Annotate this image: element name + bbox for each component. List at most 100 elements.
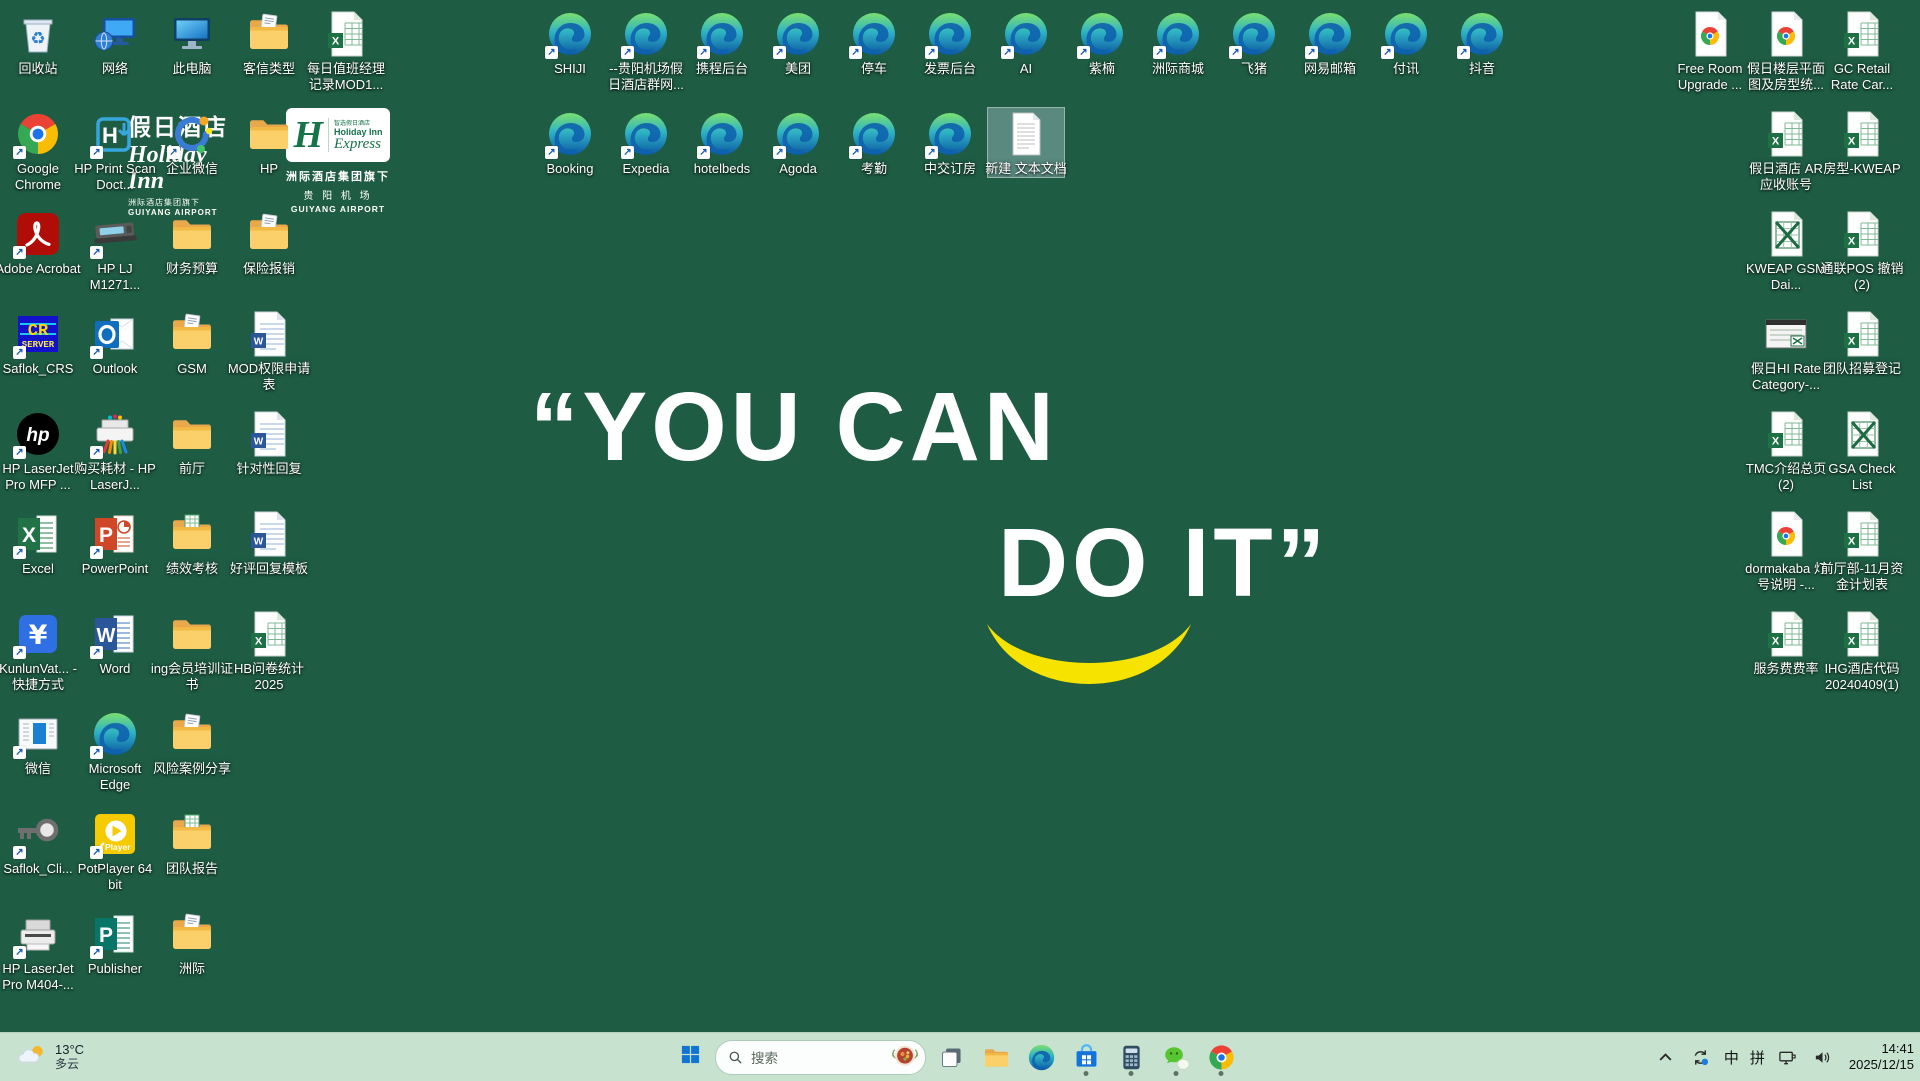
desktop-icon-service-fee-rate[interactable]: X服务费费率: [1748, 608, 1824, 677]
desktop-icon-zhongjiao-booking[interactable]: ↗中交订房: [912, 108, 988, 177]
desktop-icon-folder-team-report[interactable]: 团队报告: [154, 808, 230, 877]
desktop-icon-meituan[interactable]: ↗美团: [760, 8, 836, 77]
taskbar-app-wechat[interactable]: [1156, 1037, 1196, 1077]
desktop-icon-zinan[interactable]: ↗紫楠: [1064, 8, 1140, 77]
desktop-icon-invoice-backend[interactable]: ↗发票后台: [912, 8, 988, 77]
desktop-icon-folder-gsm[interactable]: GSM: [154, 308, 230, 377]
desktop-icon-folder-risk-cases[interactable]: 风险案例分享: [154, 708, 230, 777]
taskbar-app-microsoft-store[interactable]: [1066, 1037, 1106, 1077]
desktop-icon-folder-intercontinental[interactable]: 洲际: [154, 908, 230, 977]
desktop-icon-kunlunvat[interactable]: ¥↗KunlunVat... - 快捷方式: [0, 608, 76, 693]
desktop-icon-floor-plan-room-types[interactable]: 假日楼层平面图及房型统...: [1748, 8, 1824, 93]
taskbar-app-chrome[interactable]: [1201, 1037, 1241, 1077]
desktop-icon-dormakaba-light-codes[interactable]: dormakaba 灯号说明 -...: [1748, 508, 1824, 593]
desktop-icon-saflok-client[interactable]: ↗Saflok_Cli...: [0, 808, 76, 877]
desktop-icon-word[interactable]: W↗Word: [77, 608, 153, 677]
network-icon[interactable]: [1776, 1045, 1800, 1069]
desktop-icon-hp-laserjet-m404[interactable]: ↗HP LaserJet Pro M404-...: [0, 908, 76, 993]
shortcut-arrow-icon: ↗: [1153, 46, 1166, 59]
desktop-icon-front-office-fund-plan[interactable]: X前厅部-11月资金计划表: [1824, 508, 1900, 593]
desktop-icon-adobe-acrobat[interactable]: ↗Adobe Acrobat: [0, 208, 76, 277]
desktop-icon-powerpoint[interactable]: P↗PowerPoint: [77, 508, 153, 577]
desktop-icon-tmc-intro[interactable]: XTMC介绍总页(2): [1748, 408, 1824, 493]
taskbar-app-file-explorer[interactable]: [976, 1037, 1016, 1077]
desktop-icon-wechat[interactable]: ↗微信: [0, 708, 76, 777]
shortcut-arrow-icon: ↗: [13, 246, 26, 259]
desktop-icon-hi-rate-category[interactable]: 假日HI Rate Category-...: [1748, 308, 1824, 393]
taskbar-app-edge[interactable]: [1021, 1037, 1061, 1077]
desktop-icon-free-room-upgrade[interactable]: Free Room Upgrade ...: [1672, 8, 1748, 93]
desktop-icon-agoda[interactable]: ↗Agoda: [760, 108, 836, 177]
desktop-icon-ctrip-backend[interactable]: ↗携程后台: [684, 8, 760, 77]
desktop-icon-ai[interactable]: ↗AI: [988, 8, 1064, 77]
desktop-icon-microsoft-edge[interactable]: ↗Microsoft Edge: [77, 708, 153, 793]
desktop-icon-attendance[interactable]: ↗考勤: [836, 108, 912, 177]
desktop-icon-folder-insurance-claims[interactable]: 保险报销: [231, 208, 307, 277]
desktop-icon-douyin[interactable]: ↗抖音: [1444, 8, 1520, 77]
desktop-icon-network[interactable]: 网络: [77, 8, 153, 77]
desktop[interactable]: 假日酒店 Holiday Inn 洲际酒店集团旗下 GUIYANG AIRPOR…: [0, 0, 1920, 1080]
desktop-icon-recycle-bin[interactable]: ♻回收站: [0, 8, 76, 77]
desktop-icon-excel[interactable]: X↗Excel: [0, 508, 76, 577]
sync-status-icon[interactable]: [1689, 1045, 1713, 1069]
svg-text:X: X: [22, 524, 36, 547]
desktop-icon-expedia[interactable]: ↗Expedia: [608, 108, 684, 177]
svg-text:SERVER: SERVER: [22, 340, 55, 350]
desktop-icon-new-text-document[interactable]: 新建 文本文档: [988, 108, 1064, 177]
desktop-icon-gc-retail-rate-card[interactable]: XGC Retail Rate Car...: [1824, 8, 1900, 93]
taskbar-clock[interactable]: 14:41 2025/12/15: [1849, 1041, 1914, 1073]
wordApp-icon: W↗: [91, 610, 139, 658]
desktop-icon-shiji[interactable]: ↗SHIJI: [532, 8, 608, 77]
desktop-icon-netease-mail[interactable]: ↗网易邮箱: [1292, 8, 1368, 77]
desktop-icon-ihg-hotel-codes[interactable]: XIHG酒店代码 20240409(1): [1824, 608, 1900, 693]
desktop-icon-xlsx-daily-mod-log[interactable]: X每日值班经理记录MOD1...: [308, 8, 384, 93]
desktop-icon-hp-laserjet-mfp[interactable]: hp↗HP LaserJet Pro MFP ...: [0, 408, 76, 493]
start-button[interactable]: [670, 1037, 710, 1077]
desktop-icon-hotelbeds[interactable]: ↗hotelbeds: [684, 108, 760, 177]
desktop-icon-buy-supplies-hp[interactable]: ↗购买耗材 - HP LaserJ...: [77, 408, 153, 493]
taskbar-app-task-view[interactable]: [931, 1037, 971, 1077]
desktop-icon-ar-receivable-account[interactable]: X假日酒店 AR 应收账号: [1748, 108, 1824, 193]
desktop-icon-kweap-gsm-daily[interactable]: KWEAP GSM Dai...: [1748, 208, 1824, 293]
desktop-icon-ihg-mall[interactable]: ↗洲际商城: [1140, 8, 1216, 77]
icon-label: 客信类型: [226, 61, 312, 77]
desktop-icon-docx-targeted-reply[interactable]: W针对性回复: [231, 408, 307, 477]
desktop-icon-folder-front-office[interactable]: 前厅: [154, 408, 230, 477]
desktop-icon-this-pc[interactable]: 此电脑: [154, 8, 230, 77]
desktop-icon-room-type-kweap[interactable]: X房型-KWEAP: [1824, 108, 1900, 177]
desktop-icon-folder-hp[interactable]: HP: [231, 108, 307, 177]
desktop-icon-parking[interactable]: ↗停车: [836, 8, 912, 77]
volume-icon[interactable]: [1811, 1045, 1835, 1069]
desktop-icon-folder-membership-training[interactable]: ing会员培训证书: [154, 608, 230, 693]
desktop-icon-hp-lj-m1271[interactable]: ↗HP LJ M1271...: [77, 208, 153, 293]
desktop-icon-pos-cancellation[interactable]: X通联POS 撤销(2): [1824, 208, 1900, 293]
desktop-icon-docx-mod-permission[interactable]: WMOD权限申请表: [231, 308, 307, 393]
weather-widget[interactable]: 13°C 多云: [8, 1036, 94, 1078]
desktop-icon-docx-review-reply-template[interactable]: W好评回复模板: [231, 508, 307, 577]
desktop-icon-hp-print-scan-doctor[interactable]: H↗HP Print Scan Doct...: [77, 108, 153, 193]
desktop-icon-google-chrome[interactable]: ↗Google Chrome: [0, 108, 76, 193]
desktop-icon-publisher[interactable]: P↗Publisher: [77, 908, 153, 977]
desktop-icon-booking[interactable]: ↗Booking: [532, 108, 608, 177]
desktop-icon-potplayer[interactable]: Player↗PotPlayer 64 bit: [77, 808, 153, 893]
taskbar-search-box[interactable]: 搜索: [715, 1040, 926, 1075]
desktop-icon-wecom[interactable]: ↗企业微信: [154, 108, 230, 177]
tray-chevron-up-icon[interactable]: [1654, 1045, 1678, 1069]
chromePage-icon: [1762, 510, 1810, 558]
desktop-icon-saflok-crs[interactable]: CRSERVER↗Saflok_CRS: [0, 308, 76, 377]
ime-language-button[interactable]: 中: [1724, 1047, 1739, 1068]
desktop-icon-folder-performance[interactable]: 绩效考核: [154, 508, 230, 577]
desktop-icon-xlsx-hb-survey[interactable]: XHB问卷统计 2025: [231, 608, 307, 693]
pubApp-icon: P↗: [91, 910, 139, 958]
taskbar-app-calculator[interactable]: [1111, 1037, 1151, 1077]
shortcut-arrow-icon: ↗: [621, 46, 634, 59]
desktop-icon-team-recruit-register[interactable]: X团队招募登记: [1824, 308, 1900, 377]
desktop-icon-fliggy[interactable]: ↗飞猪: [1216, 8, 1292, 77]
desktop-icon-fuxun[interactable]: ↗付讯: [1368, 8, 1444, 77]
desktop-icon-guiyang-airport-hotel-web[interactable]: ↗--贵阳机场假日酒店群网...: [608, 8, 684, 93]
desktop-icon-outlook[interactable]: ↗Outlook: [77, 308, 153, 377]
ime-mode-button[interactable]: 拼: [1750, 1047, 1765, 1068]
desktop-icon-gsa-check-list[interactable]: GSA Check List: [1824, 408, 1900, 493]
desktop-icon-folder-finance-budget[interactable]: 财务预算: [154, 208, 230, 277]
desktop-icon-folder-guest-letter-types[interactable]: 客信类型: [231, 8, 307, 77]
